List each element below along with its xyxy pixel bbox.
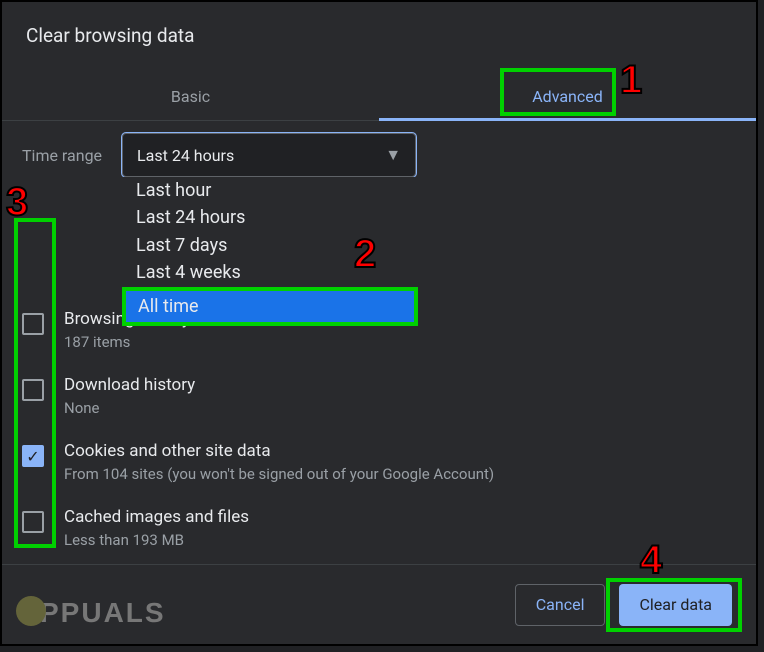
clear-browsing-data-dialog: Clear browsing data Basic Advanced Time … (0, 0, 758, 646)
tab-advanced-label: Advanced (532, 87, 603, 106)
cancel-button-label: Cancel (536, 595, 585, 614)
clear-data-button-label: Clear data (639, 595, 712, 614)
cancel-button[interactable]: Cancel (515, 584, 606, 626)
watermark-text: PPUALS (40, 597, 166, 628)
item-sub: From 104 sites (you won't be signed out … (64, 465, 726, 483)
watermark-icon (16, 596, 46, 626)
option-last-24-hours[interactable]: Last 24 hours (122, 204, 418, 231)
item-sub: Less than 193 MB (64, 531, 726, 549)
item-sub: None (64, 399, 726, 417)
option-last-4-weeks[interactable]: Last 4 weeks (122, 259, 418, 286)
checkbox-download-history[interactable] (22, 379, 44, 401)
list-item: Download history None (22, 363, 726, 429)
checkbox-browsing-history[interactable] (22, 313, 44, 335)
tab-basic[interactable]: Basic (2, 73, 379, 120)
items-list: Browsing history 187 items Download hist… (22, 297, 726, 551)
time-range-options: Last hour Last 24 hours Last 7 days Last… (122, 177, 418, 326)
item-title: Download history (64, 375, 726, 395)
option-last-hour[interactable]: Last hour (122, 177, 418, 204)
time-range-dropdown[interactable]: Last 24 hours ▼ (122, 133, 416, 177)
content-scroll[interactable]: Time range Last 24 hours ▼ Last hour Las… (2, 121, 756, 551)
item-title: Cookies and other site data (64, 441, 726, 461)
clear-data-button[interactable]: Clear data (619, 584, 732, 626)
time-range-row: Time range Last 24 hours ▼ Last hour Las… (22, 133, 726, 177)
time-range-label: Time range (22, 146, 102, 165)
tabs-bar: Basic Advanced (2, 73, 756, 121)
list-item: ✓ Cookies and other site data From 104 s… (22, 429, 726, 495)
time-range-selected: Last 24 hours (137, 146, 234, 165)
dialog-title: Clear browsing data (2, 2, 756, 57)
watermark: PPUALS (16, 597, 166, 630)
item-sub: 187 items (64, 333, 726, 351)
checkbox-cached-images[interactable] (22, 511, 44, 533)
checkbox-cookies[interactable]: ✓ (22, 445, 44, 467)
item-title: Cached images and files (64, 507, 726, 527)
chevron-down-icon: ▼ (385, 145, 401, 165)
option-all-time[interactable]: All time (122, 287, 418, 326)
tab-basic-label: Basic (171, 87, 210, 106)
list-item: Cached images and files Less than 193 MB (22, 495, 726, 551)
option-last-7-days[interactable]: Last 7 days (122, 232, 418, 259)
tab-advanced[interactable]: Advanced (379, 73, 756, 120)
